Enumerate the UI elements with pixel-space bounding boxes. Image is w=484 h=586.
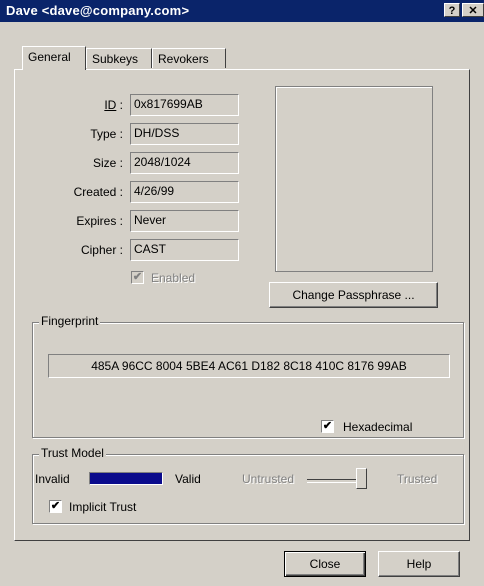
fingerprint-field[interactable]: 485A 96CC 8004 5BE4 AC61 D182 8C18 410C …	[48, 354, 450, 378]
id-field[interactable]: 0x817699AB	[130, 94, 239, 116]
created-field[interactable]: 4/26/99	[130, 181, 239, 203]
type-label: Type :	[90, 127, 123, 141]
untrusted-label: Untrusted	[242, 472, 295, 486]
invalid-label: Invalid	[35, 472, 70, 486]
window-title: Dave <dave@company.com>	[6, 3, 190, 18]
trust-slider-thumb[interactable]	[356, 468, 367, 489]
implicit-trust-label: Implicit Trust	[69, 500, 137, 514]
enabled-label: Enabled	[151, 271, 196, 285]
photo-box	[275, 86, 433, 272]
validity-bar	[89, 472, 163, 485]
size-field[interactable]: 2048/1024	[130, 152, 239, 174]
tab-general[interactable]: General	[22, 46, 86, 70]
tab-subkeys[interactable]: Subkeys	[86, 48, 152, 68]
cipher-label: Cipher :	[80, 243, 123, 257]
expires-label: Expires :	[76, 214, 123, 228]
hexadecimal-checkbox[interactable]: ✔	[321, 420, 334, 433]
help-button[interactable]: Help	[378, 551, 460, 577]
tab-revokers[interactable]: Revokers	[152, 48, 226, 68]
size-label: Size :	[92, 156, 123, 170]
trusted-label: Trusted	[397, 472, 438, 486]
close-button[interactable]: Close	[284, 551, 366, 577]
valid-label: Valid	[175, 472, 201, 486]
help-icon[interactable]: ?	[444, 3, 460, 17]
type-field[interactable]: DH/DSS	[130, 123, 239, 145]
validity-fill	[90, 473, 162, 484]
tab-subkeys-label: Subkeys	[92, 52, 139, 66]
close-icon[interactable]: ✕	[462, 3, 484, 17]
implicit-trust-checkbox[interactable]: ✔	[49, 500, 62, 513]
expires-field[interactable]: Never	[130, 210, 239, 232]
change-passphrase-button[interactable]: Change Passphrase ...	[269, 282, 438, 308]
tab-revokers-label: Revokers	[158, 52, 209, 66]
trust-model-legend: Trust Model	[39, 446, 106, 460]
hexadecimal-label: Hexadecimal	[343, 420, 413, 434]
title-bar: Dave <dave@company.com> ? ✕	[0, 0, 484, 22]
created-label: Created :	[73, 185, 123, 199]
cipher-field[interactable]: CAST	[130, 239, 239, 261]
id-label: ID :	[104, 98, 123, 112]
enabled-checkbox[interactable]: ✔	[131, 271, 144, 284]
key-properties-dialog: Dave <dave@company.com> ? ✕ General Subk…	[0, 0, 484, 586]
fingerprint-legend: Fingerprint	[39, 314, 101, 328]
tab-general-label: General	[28, 50, 71, 64]
general-panel: ID : 0x817699AB Type : DH/DSS Size : 204…	[14, 69, 470, 541]
